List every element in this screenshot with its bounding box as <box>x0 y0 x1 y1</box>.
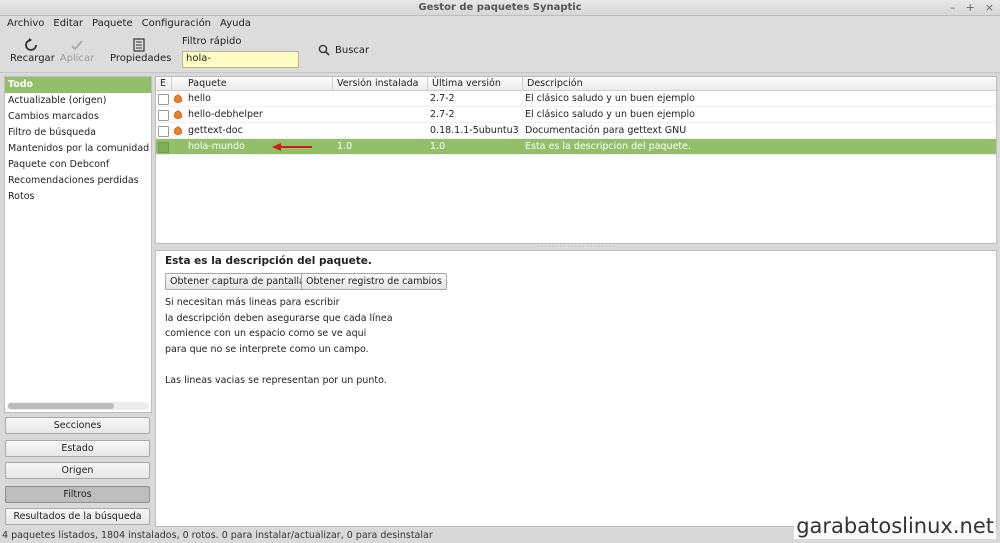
column-latest-version[interactable]: Última versión <box>428 77 523 91</box>
filters-button[interactable]: Filtros <box>5 486 150 503</box>
column-status[interactable]: E <box>156 77 172 91</box>
table-row[interactable]: hello 2.7-2 El clásico saludo y un buen … <box>156 91 996 107</box>
menu-configuracion[interactable]: Configuración <box>138 16 216 33</box>
installed-version: 1.0 <box>337 141 353 152</box>
apply-button[interactable]: Aplicar <box>59 37 95 64</box>
search-button[interactable]: Buscar <box>318 44 369 56</box>
description-line: comience con un espacio como se ve aqui <box>165 328 367 339</box>
package-table: E Paquete Versión instalada Última versi… <box>155 76 997 244</box>
menu-paquete[interactable]: Paquete <box>88 16 138 33</box>
package-description: Documentación para gettext GNU <box>525 125 687 136</box>
properties-button[interactable]: Propiedades <box>110 37 172 64</box>
latest-version: 2.7-2 <box>430 93 455 104</box>
package-description: El clásico saludo y un buen ejemplo <box>525 93 695 104</box>
table-row[interactable]: gettext-doc 0.18.1.1-5ubuntu3 Documentac… <box>156 123 996 139</box>
search-label: Buscar <box>335 44 370 56</box>
reload-icon <box>25 38 37 51</box>
filter-item-rotos[interactable]: Rotos <box>5 189 151 205</box>
reload-label: Recargar <box>10 53 55 64</box>
properties-label: Propiedades <box>110 53 172 64</box>
search-icon <box>318 44 330 56</box>
package-name: hello <box>188 93 211 104</box>
description-line: Las lineas vacias se representan por un … <box>165 375 387 386</box>
row-checkbox[interactable] <box>158 126 169 137</box>
package-description: Esta es la descripcion del paquete. <box>525 141 692 152</box>
menu-bar: Archivo Editar Paquete Configuración Ayu… <box>0 16 1000 33</box>
column-package[interactable]: Paquete <box>184 77 333 91</box>
table-row-selected[interactable]: hola-mundo 1.0 1.0 Esta es la descripcio… <box>156 139 996 155</box>
filter-item-debconf[interactable]: Paquete con Debconf <box>5 157 151 173</box>
ubuntu-icon <box>173 110 183 119</box>
description-line: para que no se interprete como un campo. <box>165 344 369 355</box>
table-row[interactable]: hello-debhelper 2.7-2 El clásico saludo … <box>156 107 996 123</box>
column-description[interactable]: Descripción <box>523 77 996 91</box>
description-line: Si necesitan más lineas para escribir <box>165 297 340 308</box>
reload-button[interactable]: Recargar <box>10 37 55 64</box>
description-panel: Esta es la descripción del paquete. Obte… <box>155 250 997 527</box>
filter-item-cambios-marcados[interactable]: Cambios marcados <box>5 109 151 125</box>
menu-editar[interactable]: Editar <box>49 16 88 33</box>
row-checkbox[interactable] <box>158 110 169 121</box>
package-name: gettext-doc <box>188 125 243 136</box>
filter-item-filtro-busqueda[interactable]: Filtro de búsqueda <box>5 125 151 141</box>
column-installed-version[interactable]: Versión instalada <box>333 77 428 91</box>
search-results-button[interactable]: Resultados de la búsqueda <box>5 508 150 525</box>
scrollbar-thumb[interactable] <box>8 403 114 409</box>
status-button[interactable]: Estado <box>5 440 150 457</box>
origin-button[interactable]: Origen <box>5 462 150 479</box>
row-checkbox[interactable] <box>158 142 169 153</box>
filter-item-actualizable[interactable]: Actualizable (origen) <box>5 93 151 109</box>
toolbar: Recargar Aplicar Propiedades Filtro rápi… <box>0 33 1000 73</box>
status-text: 4 paquetes listados, 1804 instalados, 0 … <box>2 530 433 541</box>
sections-button[interactable]: Secciones <box>5 417 150 434</box>
red-arrow-icon <box>272 143 312 151</box>
window-title: Gestor de paquetes Synaptic <box>418 2 582 13</box>
window-controls: – + × <box>950 1 994 14</box>
description-line: la descripción deben asegurarse que cada… <box>165 313 393 324</box>
filter-item-recomendaciones[interactable]: Recomendaciones perdidas <box>5 173 151 189</box>
close-icon[interactable]: × <box>985 1 994 14</box>
description-title: Esta es la descripción del paquete. <box>165 255 372 267</box>
filter-list: Todo Actualizable (origen) Cambios marca… <box>4 76 152 413</box>
row-checkbox[interactable] <box>158 94 169 105</box>
get-screenshot-button[interactable]: Obtener captura de pantalla <box>165 273 310 290</box>
table-header: E Paquete Versión instalada Última versi… <box>156 77 996 91</box>
watermark: garabatoslinux.net <box>794 513 996 539</box>
ubuntu-icon <box>173 94 183 103</box>
latest-version: 1.0 <box>430 141 446 152</box>
minimize-icon[interactable]: – <box>950 1 956 14</box>
latest-version: 0.18.1.1-5ubuntu3 <box>430 125 519 136</box>
quick-filter-input[interactable]: hola- <box>182 51 299 68</box>
apply-label: Aplicar <box>59 53 95 64</box>
horizontal-scrollbar[interactable] <box>7 402 149 410</box>
filter-item-mantenidos[interactable]: Mantenidos por la comunidad (ir <box>5 141 151 157</box>
menu-archivo[interactable]: Archivo <box>3 16 49 33</box>
title-bar: Gestor de paquetes Synaptic – + × <box>0 0 1000 16</box>
maximize-icon[interactable]: + <box>966 1 975 14</box>
filter-item-todo[interactable]: Todo <box>5 77 151 93</box>
ubuntu-icon <box>173 126 183 135</box>
package-description: El clásico saludo y un buen ejemplo <box>525 109 695 120</box>
package-name: hola-mundo <box>188 141 245 152</box>
latest-version: 2.7-2 <box>430 109 455 120</box>
get-changelog-button[interactable]: Obtener registro de cambios <box>301 273 447 290</box>
quick-filter-label: Filtro rápido <box>182 36 242 47</box>
menu-ayuda[interactable]: Ayuda <box>216 16 256 33</box>
properties-icon <box>133 38 145 52</box>
check-icon <box>71 40 83 51</box>
package-name: hello-debhelper <box>188 109 263 120</box>
